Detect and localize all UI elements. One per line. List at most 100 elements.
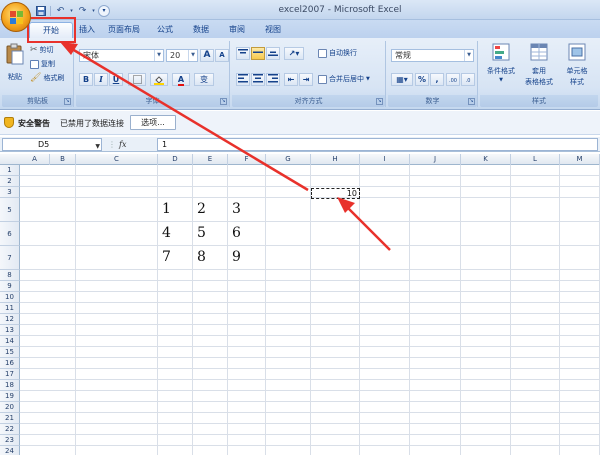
row-header-15[interactable]: 15 <box>0 347 20 358</box>
cut-button[interactable]: ✂ 剪切 <box>30 45 54 55</box>
row-header-9[interactable]: 9 <box>0 281 20 292</box>
borders-button[interactable] <box>128 73 146 86</box>
row-header-20[interactable]: 20 <box>0 402 20 413</box>
row-header-6[interactable]: 6 <box>0 222 20 246</box>
number-launcher-icon[interactable]: ↘ <box>468 98 475 105</box>
font-color-button[interactable]: A <box>172 73 190 86</box>
italic-button[interactable]: I <box>94 73 108 86</box>
column-header-g[interactable]: G <box>266 154 311 165</box>
office-button[interactable] <box>1 2 31 32</box>
row-header-21[interactable]: 21 <box>0 413 20 424</box>
copy-button[interactable]: 复制 <box>30 59 55 69</box>
chevron-down-icon: ▼ <box>95 143 100 150</box>
row-header-16[interactable]: 16 <box>0 358 20 369</box>
wrap-text-button[interactable]: 自动换行 <box>318 48 357 58</box>
tab-insert[interactable]: 插入 <box>74 22 100 38</box>
row-header-2[interactable]: 2 <box>0 176 20 187</box>
tab-formulas[interactable]: 公式 <box>153 22 177 38</box>
column-header-e[interactable]: E <box>193 154 228 165</box>
shrink-font-button[interactable]: A <box>215 49 229 62</box>
tab-review[interactable]: 审阅 <box>225 22 249 38</box>
cell-d5[interactable]: 1 <box>162 201 171 217</box>
row-header-14[interactable]: 14 <box>0 336 20 347</box>
row-header-22[interactable]: 22 <box>0 424 20 435</box>
column-header-k[interactable]: K <box>461 154 511 165</box>
currency-button[interactable]: ▦▾ <box>391 73 413 86</box>
column-header-a[interactable]: A <box>20 154 50 165</box>
cell-e6[interactable]: 5 <box>197 225 206 241</box>
cell-d6[interactable]: 4 <box>162 225 171 241</box>
decrease-decimal-button[interactable]: .0 <box>461 73 475 86</box>
row-header-11[interactable]: 11 <box>0 303 20 314</box>
insert-function-button[interactable]: fx <box>119 140 126 149</box>
clipboard-launcher-icon[interactable]: ↘ <box>64 98 71 105</box>
formula-input[interactable]: 1 <box>157 138 598 151</box>
cell-e7[interactable]: 8 <box>197 249 206 265</box>
row-header-5[interactable]: 5 <box>0 198 20 222</box>
column-header-j[interactable]: J <box>410 154 461 165</box>
decrease-indent-button[interactable]: ⇤ <box>284 73 298 86</box>
format-as-table-label-1: 套用 <box>532 67 546 75</box>
row-header-12[interactable]: 12 <box>0 314 20 325</box>
comma-button[interactable]: , <box>430 73 444 86</box>
cell-styles-button[interactable]: 单元格 样式 <box>558 43 596 87</box>
cell-f6[interactable]: 6 <box>232 225 241 241</box>
cell-f5[interactable]: 3 <box>232 201 241 217</box>
bold-button[interactable]: B <box>79 73 93 86</box>
row-header-8[interactable]: 8 <box>0 270 20 281</box>
row-header-7[interactable]: 7 <box>0 246 20 270</box>
row-header-24[interactable]: 24 <box>0 446 20 455</box>
align-left-button[interactable] <box>236 73 250 86</box>
column-header-l[interactable]: L <box>511 154 560 165</box>
row-header-17[interactable]: 17 <box>0 369 20 380</box>
column-header-f[interactable]: F <box>228 154 266 165</box>
tab-data[interactable]: 数据 <box>189 22 213 38</box>
font-name-combo[interactable]: 宋体 ▼ <box>79 49 164 62</box>
font-launcher-icon[interactable]: ↘ <box>220 98 227 105</box>
tab-page-layout[interactable]: 页面布局 <box>103 22 145 38</box>
copied-cell-h3[interactable]: 10 <box>311 188 360 199</box>
increase-decimal-button[interactable]: .00 <box>446 73 460 86</box>
decrease-indent-icon: ⇤ <box>287 75 295 84</box>
align-middle-button[interactable] <box>251 47 265 60</box>
column-header-m[interactable]: M <box>560 154 600 165</box>
underline-button[interactable]: U <box>109 73 123 86</box>
row-header-13[interactable]: 13 <box>0 325 20 336</box>
percent-button[interactable]: % <box>415 73 429 86</box>
row-header-18[interactable]: 18 <box>0 380 20 391</box>
styles-group-label: 样式 <box>480 95 598 107</box>
format-painter-button[interactable]: 🖌 格式刷 <box>30 73 64 83</box>
row-header-10[interactable]: 10 <box>0 292 20 303</box>
cell-e5[interactable]: 2 <box>197 201 206 217</box>
format-as-table-button[interactable]: 套用 表格格式 <box>520 43 558 87</box>
column-header-i[interactable]: I <box>360 154 410 165</box>
phonetic-button[interactable]: 变 <box>194 73 214 86</box>
row-header-19[interactable]: 19 <box>0 391 20 402</box>
align-bottom-button[interactable] <box>266 47 280 60</box>
align-right-button[interactable] <box>266 73 280 86</box>
cell-f7[interactable]: 9 <box>232 249 241 265</box>
number-format-combo[interactable]: 常规 ▼ <box>391 49 474 62</box>
column-header-h[interactable]: H <box>311 154 360 165</box>
alignment-launcher-icon[interactable]: ↘ <box>376 98 383 105</box>
orientation-button[interactable]: ↗▾ <box>284 47 304 60</box>
column-header-c[interactable]: C <box>76 154 158 165</box>
merge-center-button[interactable]: 合并后居中 ▼ <box>318 74 370 84</box>
increase-indent-button[interactable]: ⇥ <box>299 73 313 86</box>
align-center-button[interactable] <box>251 73 265 86</box>
paste-button[interactable]: 粘贴 <box>6 43 24 82</box>
grow-font-button[interactable]: A <box>200 49 214 62</box>
security-options-button[interactable]: 选项... <box>130 115 176 130</box>
font-size-combo[interactable]: 20 ▼ <box>166 49 198 62</box>
conditional-format-button[interactable]: 条件格式 ▼ <box>482 43 520 83</box>
row-header-23[interactable]: 23 <box>0 435 20 446</box>
tab-view[interactable]: 视图 <box>261 22 285 38</box>
row-header-1[interactable]: 1 <box>0 165 20 176</box>
fill-color-button[interactable] <box>150 73 168 86</box>
cell-d7[interactable]: 7 <box>162 249 171 265</box>
align-top-button[interactable] <box>236 47 250 60</box>
column-header-d[interactable]: D <box>158 154 193 165</box>
name-box[interactable]: D5 ▼ <box>2 138 102 151</box>
row-header-3[interactable]: 3 <box>0 187 20 198</box>
column-header-b[interactable]: B <box>50 154 76 165</box>
